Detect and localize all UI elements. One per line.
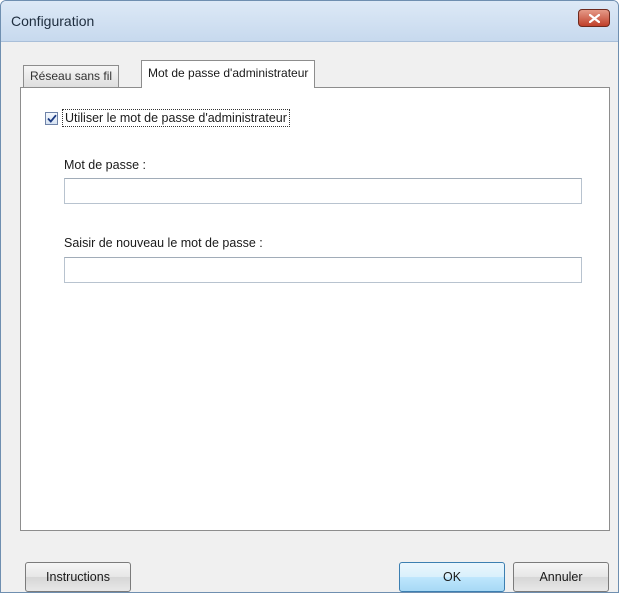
configuration-dialog: Configuration Réseau sans fil Mot de pas… (0, 0, 619, 593)
title-bar[interactable]: Configuration (1, 1, 618, 42)
instructions-button[interactable]: Instructions (25, 562, 131, 592)
use-admin-password-option[interactable]: Utiliser le mot de passe d'administrateu… (45, 108, 290, 128)
dialog-client-area: Réseau sans fil Mot de passe d'administr… (1, 42, 618, 592)
close-icon (588, 13, 600, 23)
confirm-password-label: Saisir de nouveau le mot de passe : (64, 236, 263, 250)
close-button[interactable] (578, 9, 610, 27)
confirm-password-field[interactable] (64, 257, 582, 283)
use-admin-password-checkbox[interactable] (45, 111, 58, 125)
window-title: Configuration (11, 13, 95, 29)
password-field[interactable] (64, 178, 582, 204)
tab-admin-password[interactable]: Mot de passe d'administrateur (141, 60, 316, 88)
password-label: Mot de passe : (64, 158, 146, 172)
checkmark-icon (46, 114, 57, 123)
tab-wireless-network[interactable]: Réseau sans fil (23, 65, 120, 87)
cancel-button[interactable]: Annuler (513, 562, 609, 592)
use-admin-password-label[interactable]: Utiliser le mot de passe d'administrateu… (62, 109, 290, 127)
ok-button[interactable]: OK (399, 562, 505, 592)
tab-panel-admin-password: Utiliser le mot de passe d'administrateu… (20, 87, 610, 531)
